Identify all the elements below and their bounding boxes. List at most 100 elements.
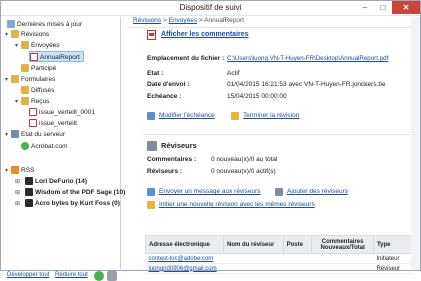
tree-footer: Développer tout Réduire tout (7, 272, 92, 278)
comments-cell (311, 263, 374, 274)
reviewers-table: Adresse électronique Nom du réviseur Pos… (144, 235, 414, 274)
comments-cell (311, 253, 374, 264)
email-icon (147, 188, 155, 196)
column-header[interactable]: Nom du réviseur (223, 235, 284, 254)
reviewers-icon (147, 141, 157, 151)
expand-all-link[interactable]: Développer tout (7, 272, 49, 278)
tree-item-feed-2[interactable]: Wisdom of the PDF Sage (10) (25, 187, 125, 198)
tree-item-annual-report[interactable]: AnnualReport (29, 51, 84, 62)
tree-item-revisions[interactable]: Révisions (11, 29, 49, 40)
feed-icon (25, 177, 33, 186)
new-review-icon (147, 201, 155, 209)
tree-item-rss[interactable]: RSS (11, 165, 34, 176)
collapse-toggle-icon[interactable]: ▾ (5, 167, 8, 174)
email-cell[interactable]: contest-loc@adobe.com (145, 253, 224, 264)
trash-icon[interactable] (107, 271, 117, 281)
column-header[interactable]: Type (372, 235, 414, 254)
pdf-icon (29, 119, 37, 128)
post-cell (283, 263, 312, 274)
close-button[interactable]: ✕ (392, 1, 420, 14)
tree-item-server-state[interactable]: Etat du serveur (11, 129, 65, 140)
collapse-toggle-icon[interactable]: ▾ (5, 131, 8, 138)
folder-icon (21, 41, 29, 50)
due-value: 15/04/2015 00:00:00 (227, 93, 287, 100)
email-cell[interactable]: luongnd0906@gmail.com (145, 263, 224, 274)
name-cell (223, 263, 284, 274)
check-icon (21, 142, 29, 151)
tree-item-issue-2[interactable]: issue_verteilt (29, 118, 77, 129)
type-cell: Réviseur (373, 263, 413, 274)
table-row[interactable]: contest-loc@adobe.com Initiateur (145, 253, 413, 264)
divider (143, 134, 413, 135)
collapse-toggle-icon[interactable]: ▾ (15, 98, 18, 105)
collapse-toggle-icon[interactable]: ▾ (5, 31, 8, 38)
comments-label: Commentaires : (147, 156, 197, 163)
maximize-button[interactable]: □ (374, 1, 392, 14)
breadcrumb: Révisions > Envoyées > AnnualReport (133, 17, 244, 24)
vertical-scrollbar[interactable] (411, 17, 420, 270)
folder-icon (11, 30, 19, 39)
add-reviewers-icon (275, 188, 283, 196)
collapse-toggle-icon[interactable]: ▾ (5, 76, 8, 83)
app-window: Dispositif de suivi – □ ✕ Dernières mise… (0, 0, 421, 281)
reviewers-value: 0 nouveau(x)/0 actif(s) (211, 168, 276, 175)
pdf-icon (147, 30, 156, 40)
feed-icon (25, 188, 33, 197)
name-cell (223, 253, 284, 264)
minimize-button[interactable]: – (356, 1, 374, 14)
tree-item-acrobat[interactable]: Acrobat.com (21, 141, 68, 152)
expand-toggle-icon[interactable]: ⊞ (15, 189, 20, 196)
add-reviewers-link[interactable]: Ajouter des réviseurs (287, 188, 348, 195)
type-cell: Initiateur (373, 253, 413, 264)
tree-item-distributed[interactable]: Diffusés (21, 85, 54, 96)
expand-toggle-icon[interactable]: ⊞ (15, 178, 20, 185)
finish-review-icon (231, 112, 239, 120)
updates-icon (7, 20, 15, 29)
breadcrumb-revisions[interactable]: Révisions (133, 17, 161, 24)
table-header-row: Adresse électronique Nom du réviseur Pos… (144, 235, 414, 254)
expand-toggle-icon[interactable]: ⊞ (15, 200, 20, 207)
sent-date-label: Date d'envoi : (147, 81, 190, 88)
column-header[interactable]: Poste (282, 235, 313, 254)
show-comments-link[interactable]: Afficher les commentaires (161, 31, 249, 38)
divider (127, 27, 415, 28)
email-reviewers-link[interactable]: Envoyer un message aux réviseurs (159, 188, 261, 195)
reviewers-label: Réviseurs : (147, 168, 183, 175)
collapse-all-link[interactable]: Réduire tout (55, 272, 88, 278)
tree-item-sent[interactable]: Envoyées (21, 40, 60, 51)
breadcrumb-sent[interactable]: Envoyées (169, 17, 198, 24)
tree-item-feed-3[interactable]: Acro bytes by Kurt Foss (0) (25, 198, 120, 209)
calendar-icon (147, 112, 155, 120)
forms-folder-icon (11, 75, 19, 84)
column-header[interactable]: Adresse électronique (144, 235, 225, 254)
column-header[interactable]: Commentaires Nouveaux/Total (311, 235, 374, 254)
post-cell (283, 253, 312, 264)
tree-item-joined[interactable]: Participé (21, 63, 56, 74)
new-review-link[interactable]: Initier une nouvelle révision avec les m… (159, 201, 315, 208)
finish-review-link[interactable]: Terminer la révision (243, 112, 299, 119)
tree-item-received[interactable]: Reçus (21, 96, 49, 107)
file-location-link[interactable]: C:\Users\luong.VN-T-Huyen-FR\Desktop\Ann… (227, 55, 388, 62)
feed-icon (25, 199, 33, 208)
tree-item-issue-1[interactable]: issue_verteilt_0001 (29, 107, 95, 118)
pdf-icon (29, 108, 37, 117)
collapse-toggle-icon[interactable]: ▾ (15, 42, 18, 49)
table-row[interactable]: luongnd0906@gmail.com Réviseur (145, 263, 413, 274)
due-label: Echéance : (147, 93, 182, 100)
title-bar: Dispositif de suivi – □ ✕ (1, 1, 420, 16)
navigation-tree: Dernières mises à jour ▾ Révisions ▾ Env… (3, 17, 125, 281)
comments-value: 0 nouveau(x)/0 au total (211, 156, 278, 163)
folder-icon (21, 86, 29, 95)
file-location-label: Emplacement du fichier : (147, 55, 225, 62)
tree-item-feed-1[interactable]: Lori DeFurio (14) (25, 176, 87, 187)
pdf-icon (30, 53, 38, 62)
breadcrumb-current: AnnualReport (204, 17, 244, 24)
reviewers-header: Réviseurs (161, 141, 197, 150)
tree-item-forms[interactable]: Formulaires (11, 74, 55, 85)
rss-icon (11, 166, 19, 175)
modify-due-link[interactable]: Modifier l'échéance (159, 112, 215, 119)
detail-pane: Révisions > Envoyées > AnnualReport Affi… (123, 17, 420, 274)
state-value: Actif (227, 70, 240, 77)
refresh-icon[interactable] (94, 271, 104, 281)
folder-icon (21, 64, 29, 73)
